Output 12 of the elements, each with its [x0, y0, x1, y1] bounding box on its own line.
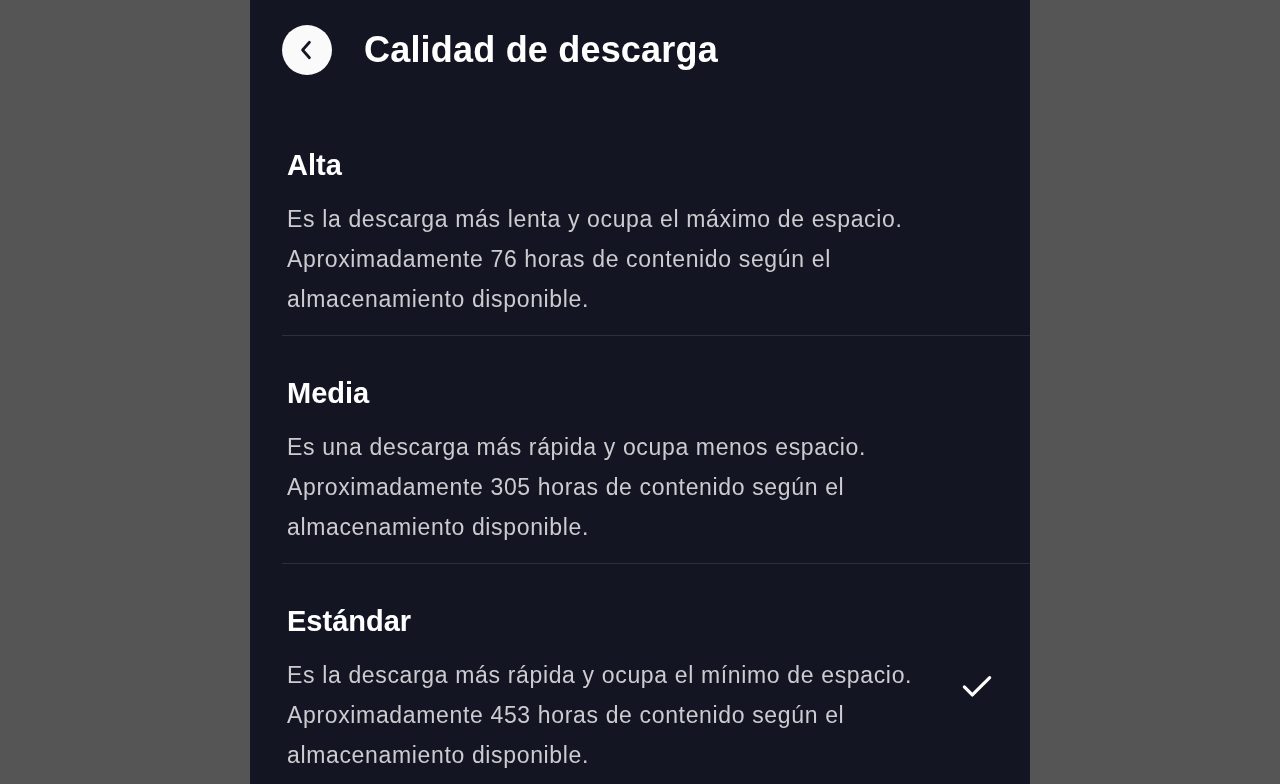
option-description: Es la descarga más lenta y ocupa el máximo de espacio. Aproximadamente 76 horas de contenido según el almacenamiento disponible. [287, 205, 904, 314]
quality-option[interactable]: Alta Es la descarga más lenta y ocupa el máximo de espacio. Aproximadamente 76 horas de contenido según el almacenamiento disponible. [282, 108, 1030, 336]
page-title: Calidad de descarga [364, 29, 718, 71]
quality-option[interactable]: Estándar Es la descarga más rápida y ocupa el mínimo de espacio. Aproximadamente 453 horas de contenido según el almacenamiento disponible. [282, 564, 1030, 784]
option-title: Media [287, 376, 370, 411]
option-title: Alta [287, 148, 342, 183]
option-description: Es una descarga más rápida y ocupa menos espacio. Aproximadamente 305 horas de contenido según el almacenamiento disponible. [287, 433, 868, 542]
back-button[interactable] [282, 25, 332, 75]
chevron-left-icon [299, 40, 312, 60]
quality-option[interactable]: Media Es una descarga más rápida y ocupa menos espacio. Aproximadamente 305 horas de contenido según el almacenamiento disponible. [282, 336, 1030, 564]
option-title: Estándar [287, 604, 412, 639]
option-description: Es la descarga más rápida y ocupa el mínimo de espacio. Aproximadamente 453 horas de contenido según el almacenamiento disponible. [287, 661, 914, 770]
